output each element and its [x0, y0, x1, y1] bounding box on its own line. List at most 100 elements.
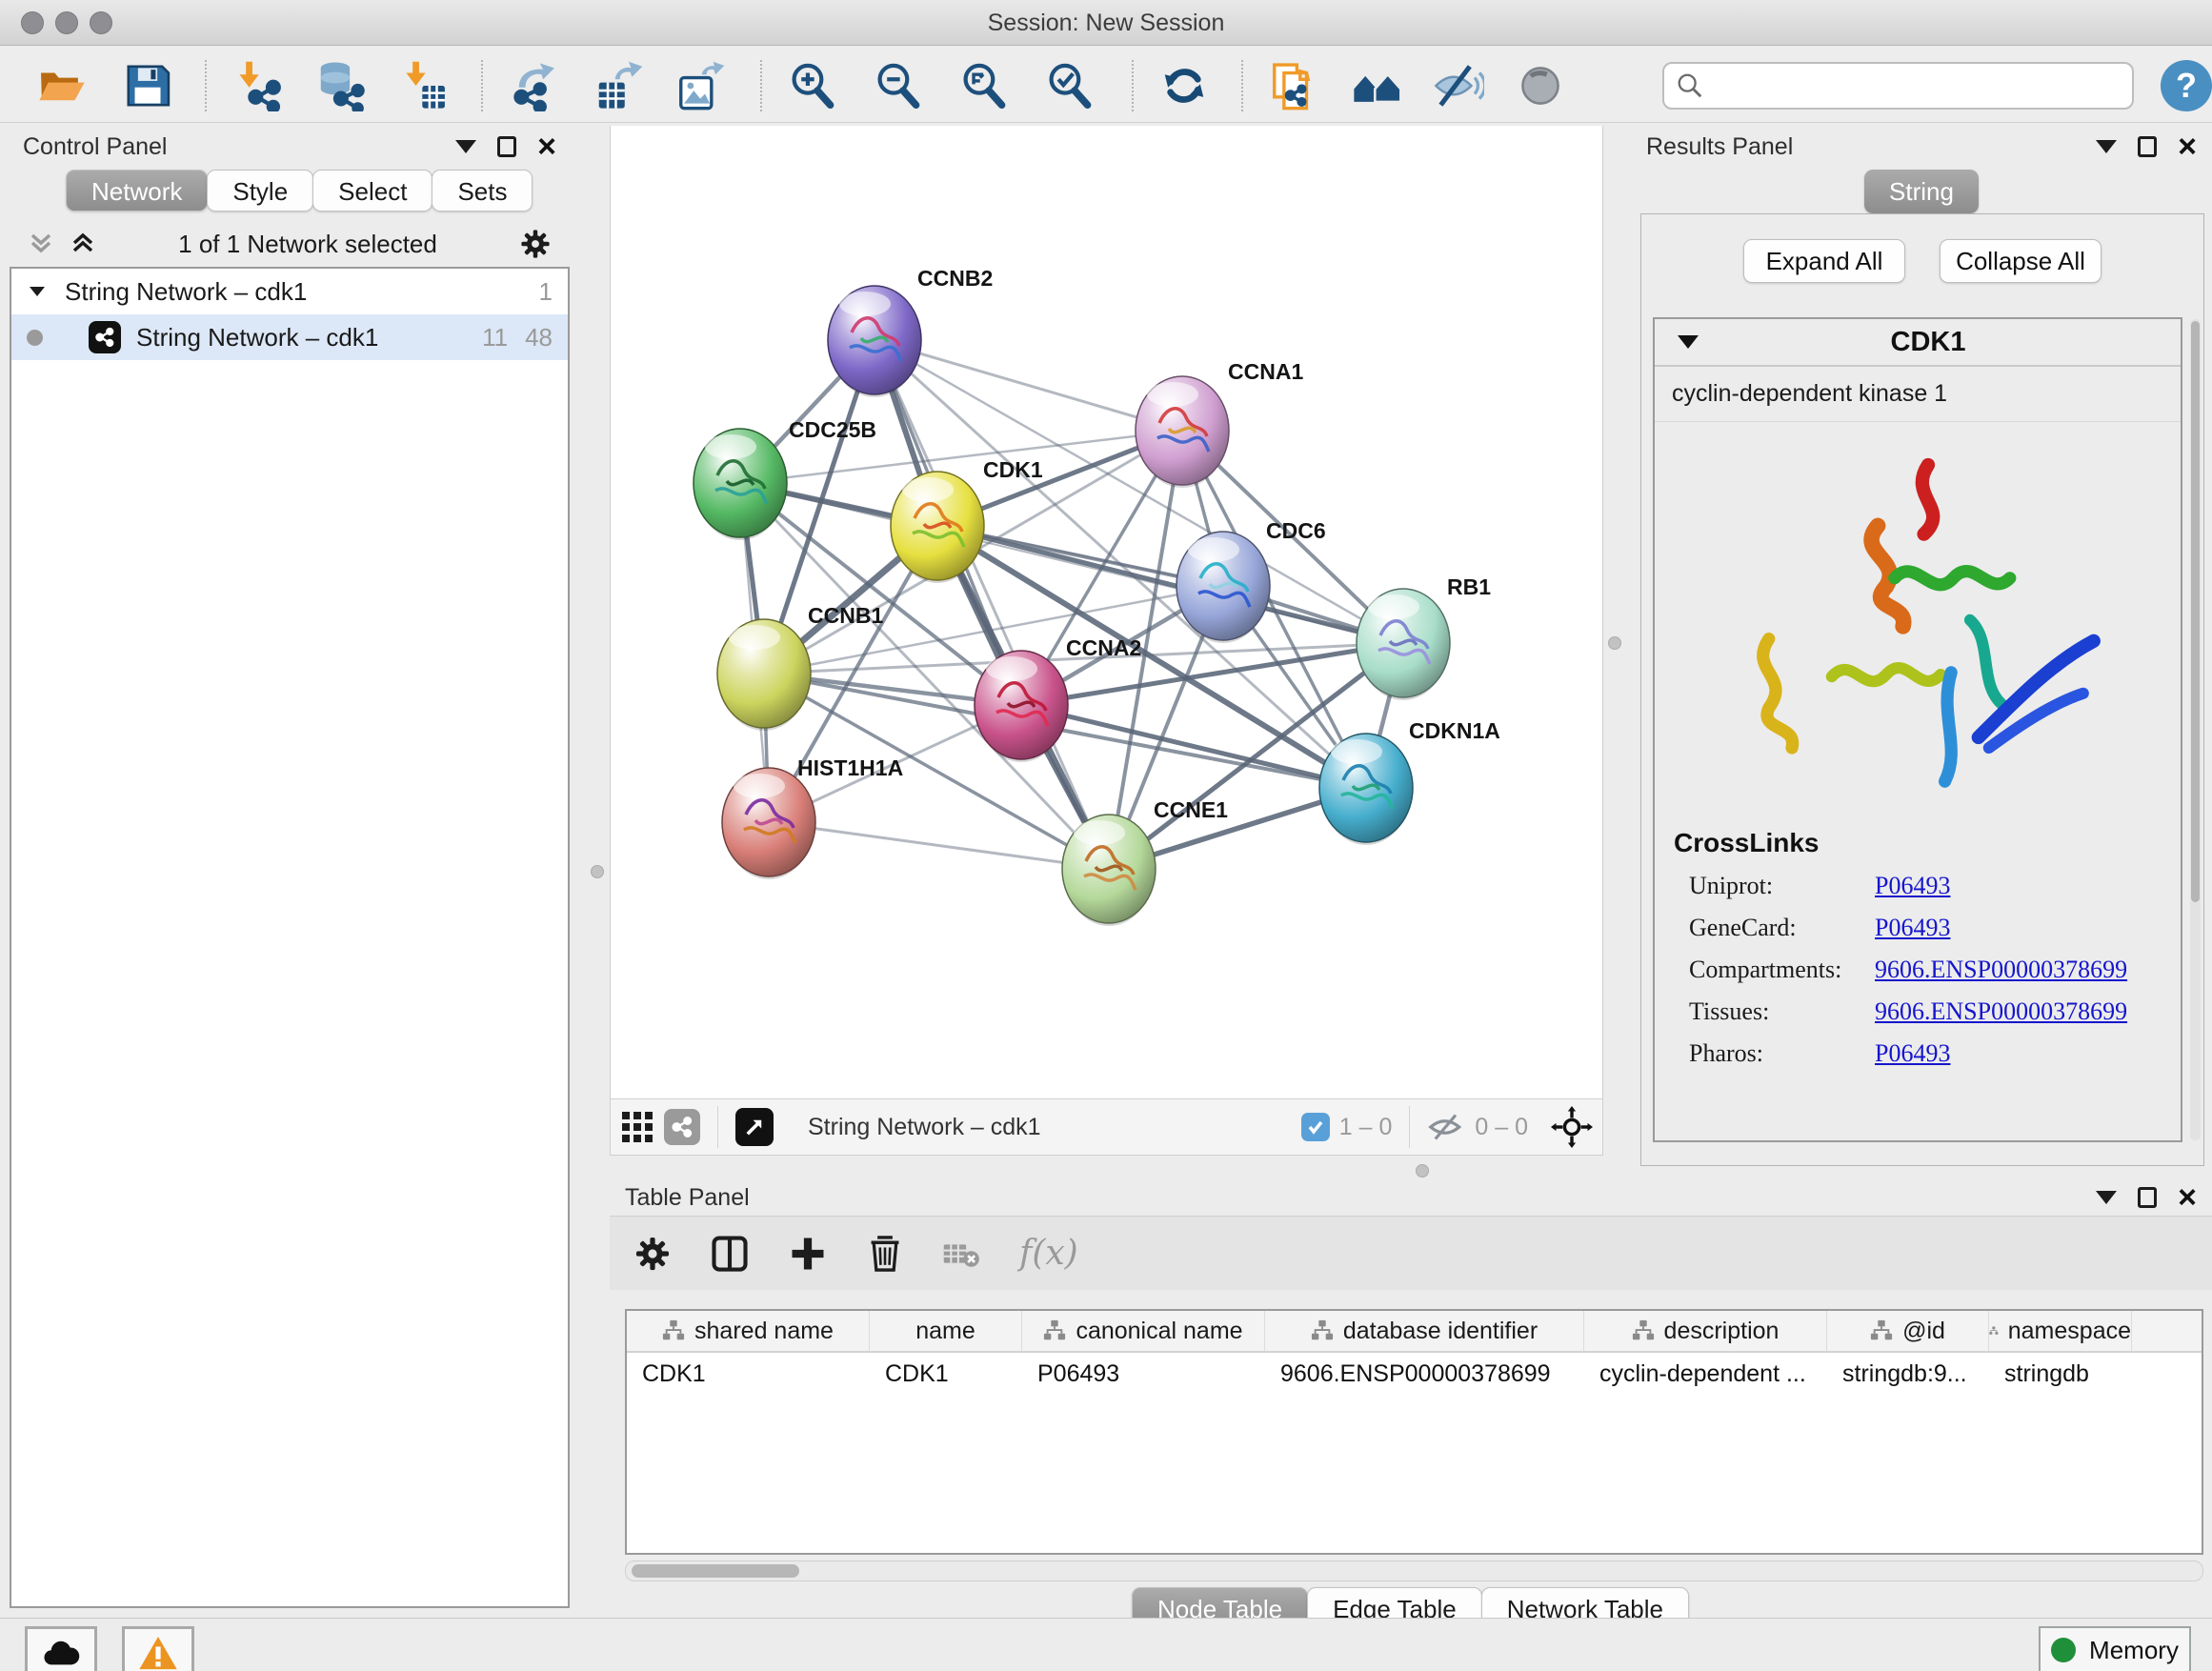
- column-header--id[interactable]: @id: [1827, 1311, 1989, 1351]
- network-node-count: 11: [482, 323, 508, 352]
- show-all-icon[interactable]: [1515, 60, 1566, 111]
- panel-close-icon[interactable]: ×: [2178, 136, 2197, 157]
- network-list: String Network – cdk1 1 String Network –…: [10, 267, 570, 1608]
- panel-menu-icon[interactable]: [455, 140, 476, 153]
- title-bar: Session: New Session: [0, 0, 2212, 46]
- warning-status-button[interactable]: [122, 1626, 194, 1671]
- crosslink-row: GeneCard:P06493: [1689, 914, 2167, 942]
- table-row[interactable]: CDK1CDK1P064939606.ENSP00000378699cyclin…: [627, 1353, 2202, 1395]
- column-header-name[interactable]: name: [870, 1311, 1022, 1351]
- crosslink-link[interactable]: P06493: [1875, 1039, 1950, 1068]
- tab-network[interactable]: Network: [66, 170, 208, 211]
- show-columns-icon[interactable]: [709, 1233, 751, 1275]
- open-session-icon[interactable]: [36, 60, 88, 111]
- panel-close-icon[interactable]: ×: [537, 136, 556, 157]
- zoom-in-icon[interactable]: [787, 60, 838, 111]
- right-splitter-handle[interactable]: [1608, 636, 1621, 650]
- table-cell[interactable]: stringdb:9...: [1827, 1353, 1989, 1395]
- panel-menu-icon[interactable]: [2096, 1191, 2117, 1204]
- gear-icon[interactable]: [518, 227, 553, 261]
- bottom-splitter-handle[interactable]: [1416, 1164, 1429, 1178]
- export-table-icon[interactable]: [593, 60, 644, 111]
- column-header-canonical-name[interactable]: canonical name: [1022, 1311, 1265, 1351]
- crosslink-link[interactable]: 9606.ENSP00000378699: [1875, 997, 2127, 1026]
- grid-view-icon[interactable]: [620, 1110, 654, 1144]
- search-input[interactable]: [1704, 71, 2121, 100]
- panel-float-icon[interactable]: [2138, 1187, 2157, 1208]
- column-header-namespace[interactable]: namespace: [1989, 1311, 2132, 1351]
- selected-count-checkbox[interactable]: [1301, 1113, 1330, 1141]
- import-network-icon[interactable]: [231, 60, 283, 111]
- panel-close-icon[interactable]: ×: [2178, 1187, 2197, 1208]
- import-table-icon[interactable]: [398, 60, 450, 111]
- tab-sets[interactable]: Sets: [432, 170, 533, 211]
- hidden-count-eye-icon[interactable]: [1427, 1108, 1465, 1146]
- network-node-CCNB2[interactable]: CCNB2: [828, 266, 993, 397]
- panel-menu-icon[interactable]: [2096, 140, 2117, 153]
- first-neighbors-icon[interactable]: [1351, 60, 1402, 111]
- collapse-all-button[interactable]: Collapse All: [1940, 239, 2101, 283]
- hidden-count: 0 – 0: [1475, 1114, 1528, 1141]
- column-header-description[interactable]: description: [1584, 1311, 1827, 1351]
- add-column-icon[interactable]: [787, 1233, 829, 1275]
- zoom-out-icon[interactable]: [873, 60, 924, 111]
- results-scrollbar[interactable]: [2190, 319, 2201, 1140]
- delete-column-icon[interactable]: [865, 1234, 905, 1274]
- duplicate-network-icon[interactable]: [1268, 60, 1319, 111]
- crosslink-link[interactable]: P06493: [1875, 914, 1950, 942]
- cloud-status-button[interactable]: [25, 1626, 97, 1671]
- crosslinks-title: CrossLinks: [1674, 828, 2167, 858]
- network-collection-row[interactable]: String Network – cdk1 1: [11, 269, 568, 314]
- collection-expand-icon[interactable]: [27, 281, 48, 302]
- left-splitter-handle[interactable]: [591, 865, 604, 878]
- node-label-CCNA1: CCNA1: [1228, 359, 1303, 384]
- tab-style[interactable]: Style: [207, 170, 313, 211]
- crosslink-link[interactable]: 9606.ENSP00000378699: [1875, 956, 2127, 984]
- expand-all-button[interactable]: Expand All: [1743, 239, 1905, 283]
- network-node-CDC6[interactable]: CDC6: [1176, 518, 1326, 643]
- network-graph[interactable]: CCNB2CCNA1CDC25BCDK1CDC6RB1CCNB1CCNA2CDK…: [611, 126, 1602, 1097]
- hide-selected-icon[interactable]: [1433, 60, 1484, 111]
- collection-name: String Network – cdk1: [65, 277, 522, 307]
- node-label-CDC25B: CDC25B: [789, 417, 876, 442]
- expand-all-networks-icon[interactable]: [69, 230, 97, 258]
- table-horizontal-scrollbar[interactable]: [625, 1560, 2203, 1581]
- network-node-CDK1[interactable]: CDK1: [891, 457, 1043, 583]
- save-session-icon[interactable]: [122, 60, 173, 111]
- collapse-all-networks-icon[interactable]: [27, 230, 55, 258]
- zoom-selected-icon[interactable]: [1044, 60, 1096, 111]
- panel-float-icon[interactable]: [2138, 136, 2157, 157]
- network-canvas[interactable]: CCNB2CCNA1CDC25BCDK1CDC6RB1CCNB1CCNA2CDK…: [610, 126, 1603, 1098]
- detach-view-icon[interactable]: [735, 1108, 774, 1146]
- node-label-CCNB1: CCNB1: [808, 603, 883, 628]
- birdseye-view-icon[interactable]: [664, 1109, 700, 1145]
- tab-string[interactable]: String: [1864, 170, 1979, 213]
- table-cell[interactable]: CDK1: [870, 1353, 1022, 1395]
- pan-crosshair-icon[interactable]: [1551, 1106, 1593, 1148]
- column-header-database-identifier[interactable]: database identifier: [1265, 1311, 1584, 1351]
- entry-collapse-icon[interactable]: [1678, 335, 1699, 349]
- table-cell[interactable]: cyclin-dependent ...: [1584, 1353, 1827, 1395]
- import-database-icon[interactable]: [314, 60, 366, 111]
- column-header-shared-name[interactable]: shared name: [627, 1311, 870, 1351]
- network-node-RB1[interactable]: RB1: [1357, 574, 1491, 700]
- node-label-CCNB2: CCNB2: [917, 266, 993, 291]
- help-icon[interactable]: ?: [2161, 60, 2212, 111]
- table-cell[interactable]: 9606.ENSP00000378699: [1265, 1353, 1584, 1395]
- network-row-selected[interactable]: String Network – cdk1 11 48: [11, 314, 568, 360]
- refresh-icon[interactable]: [1158, 60, 1210, 111]
- zoom-fit-icon[interactable]: [958, 60, 1010, 111]
- memory-button[interactable]: Memory: [2039, 1626, 2191, 1671]
- table-cell[interactable]: stringdb: [1989, 1353, 2132, 1395]
- network-node-HIST1H1A[interactable]: HIST1H1A: [722, 755, 903, 879]
- tab-select[interactable]: Select: [312, 170, 432, 211]
- network-node-CDKN1A[interactable]: CDKN1A: [1319, 718, 1500, 845]
- table-gear-icon[interactable]: [633, 1234, 673, 1274]
- export-network-icon[interactable]: [508, 60, 559, 111]
- table-cell[interactable]: CDK1: [627, 1353, 870, 1395]
- node-label-HIST1H1A: HIST1H1A: [797, 755, 903, 780]
- crosslink-link[interactable]: P06493: [1875, 872, 1950, 900]
- export-image-icon[interactable]: [674, 60, 726, 111]
- table-cell[interactable]: P06493: [1022, 1353, 1265, 1395]
- panel-float-icon[interactable]: [497, 136, 516, 157]
